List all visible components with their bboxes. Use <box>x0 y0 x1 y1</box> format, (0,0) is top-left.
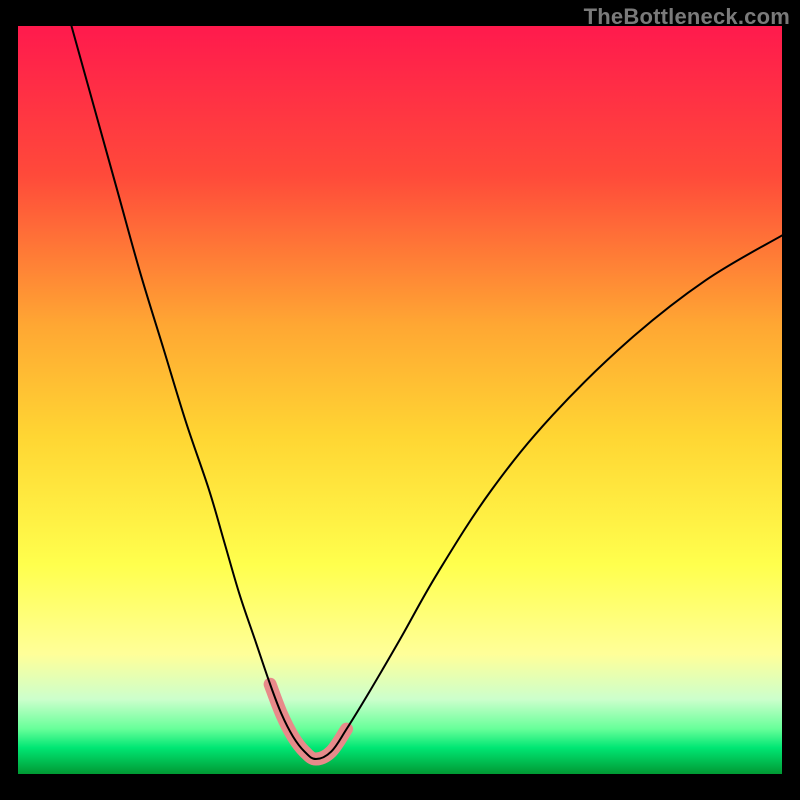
plot-background <box>18 26 782 774</box>
chart-stage: TheBottleneck.com <box>0 0 800 800</box>
bottleneck-chart <box>0 0 800 800</box>
